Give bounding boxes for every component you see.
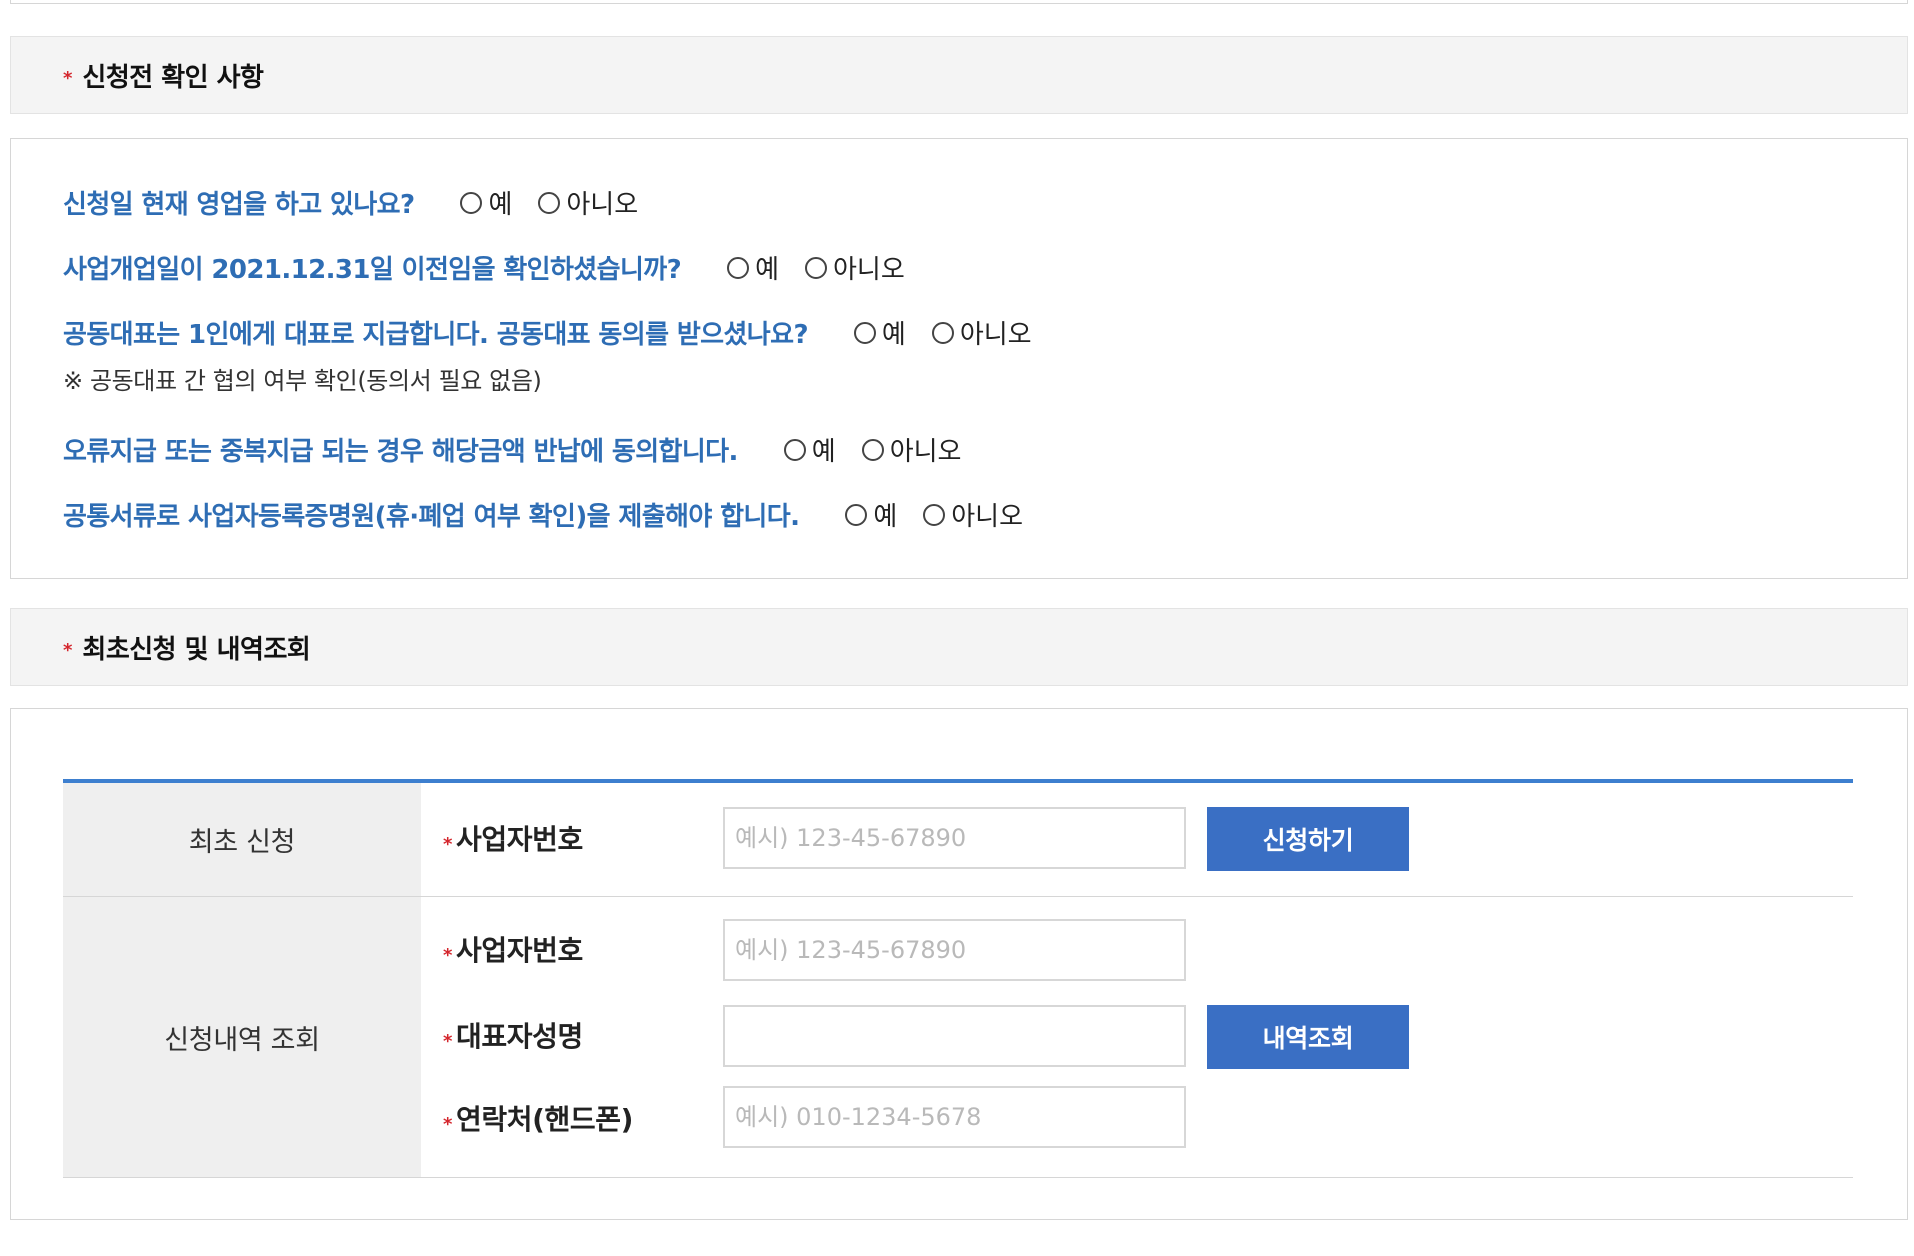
top-panel-edge xyxy=(10,0,1908,4)
no-label: 아니오 xyxy=(566,190,639,220)
yes-label: 예 xyxy=(881,320,906,350)
question-5: 공통서류로 사업자등록증명원(휴·폐업 여부 확인)을 제출해야 합니다. 예 … xyxy=(63,496,1049,533)
yes-radio[interactable]: 예 xyxy=(853,314,906,351)
yes-radio[interactable]: 예 xyxy=(845,496,897,533)
radio-circle-icon xyxy=(727,256,750,279)
question-text: 사업개업일이 2021.12.31일 이전임을 확인하셨습니까? xyxy=(63,255,682,285)
first-apply-body: * 사업자번호 신청하기 xyxy=(421,783,1853,896)
phone-label-text: 연락처(핸드폰) xyxy=(456,1103,633,1136)
question-text: 오류지급 또는 중복지급 되는 경우 해당금액 반납에 동의합니다. xyxy=(63,437,738,467)
radio-circle-icon xyxy=(845,503,868,526)
no-label: 아니오 xyxy=(959,320,1032,350)
radio-circle-icon xyxy=(783,438,806,461)
yes-radio[interactable]: 예 xyxy=(460,184,512,221)
yes-radio[interactable]: 예 xyxy=(727,249,779,286)
question-4-radio-group: 예 아니오 xyxy=(783,431,988,468)
history-row: 신청내역 조회 * 사업자번호 * 대표자성명 내역조회 * 연락처(핸드폰) xyxy=(63,897,1853,1178)
yes-label: 예 xyxy=(873,502,898,532)
radio-circle-icon xyxy=(805,256,828,279)
rep-name-input[interactable] xyxy=(723,1005,1186,1067)
precheck-panel: 신청일 현재 영업을 하고 있나요? 예 아니오 사업개업일이 2021.12.… xyxy=(10,138,1908,579)
phone-label: * 연락처(핸드폰) xyxy=(443,1098,633,1138)
apply-panel: 최초 신청 * 사업자번호 신청하기 신청내역 조회 * 사업자번호 * xyxy=(10,708,1908,1220)
radio-circle-icon xyxy=(853,321,876,344)
rep-name-label: * 대표자성명 xyxy=(443,1015,583,1055)
radio-circle-icon xyxy=(931,321,954,344)
question-text: 공통서류로 사업자등록증명원(휴·폐업 여부 확인)을 제출해야 합니다. xyxy=(63,502,800,532)
history-biz-number-input[interactable] xyxy=(723,919,1186,981)
no-radio[interactable]: 아니오 xyxy=(931,314,1032,351)
required-mark: * xyxy=(443,944,453,966)
phone-input[interactable] xyxy=(723,1086,1186,1148)
apply-button[interactable]: 신청하기 xyxy=(1207,807,1409,871)
no-radio[interactable]: 아니오 xyxy=(538,184,638,221)
question-2-radio-group: 예 아니오 xyxy=(727,249,931,286)
no-label: 아니오 xyxy=(889,437,962,467)
no-label: 아니오 xyxy=(951,502,1024,532)
biz-number-input[interactable] xyxy=(723,807,1186,869)
required-mark: * xyxy=(443,1113,453,1135)
no-radio[interactable]: 아니오 xyxy=(923,496,1023,533)
no-label: 아니오 xyxy=(833,255,905,285)
apply-title: 최초신청 및 내역조회 xyxy=(82,634,311,665)
radio-circle-icon xyxy=(538,191,561,214)
apply-section-header: * 최초신청 및 내역조회 xyxy=(10,608,1908,686)
biz-number-label: * 사업자번호 xyxy=(443,818,583,858)
precheck-section-header: * 신청전 확인 사항 xyxy=(10,36,1908,114)
question-4: 오류지급 또는 중복지급 되는 경우 해당금액 반납에 동의합니다. 예 아니오 xyxy=(63,431,987,468)
history-search-button[interactable]: 내역조회 xyxy=(1207,1005,1409,1069)
required-mark: * xyxy=(63,67,73,89)
yes-label: 예 xyxy=(488,190,513,220)
yes-radio[interactable]: 예 xyxy=(783,431,836,468)
required-mark: * xyxy=(443,833,453,855)
question-3-radio-group: 예 아니오 xyxy=(853,314,1058,351)
first-apply-row: 최초 신청 * 사업자번호 신청하기 xyxy=(63,783,1853,897)
yes-label: 예 xyxy=(755,255,780,285)
radio-circle-icon xyxy=(861,438,884,461)
apply-table: 최초 신청 * 사업자번호 신청하기 신청내역 조회 * 사업자번호 * xyxy=(63,779,1853,1178)
required-mark: * xyxy=(63,639,73,661)
history-biz-number-label-text: 사업자번호 xyxy=(456,934,583,967)
history-body: * 사업자번호 * 대표자성명 내역조회 * 연락처(핸드폰) xyxy=(421,897,1853,1177)
question-5-radio-group: 예 아니오 xyxy=(845,496,1049,533)
question-text: 공동대표는 1인에게 대표로 지급합니다. 공동대표 동의를 받으셨나요? xyxy=(63,320,809,350)
question-2: 사업개업일이 2021.12.31일 이전임을 확인하셨습니까? 예 아니오 xyxy=(63,249,931,286)
question-text: 신청일 현재 영업을 하고 있나요? xyxy=(63,190,415,220)
question-1-radio-group: 예 아니오 xyxy=(460,184,664,221)
precheck-title: 신청전 확인 사항 xyxy=(82,62,264,93)
first-apply-head: 최초 신청 xyxy=(63,783,421,896)
history-biz-number-label: * 사업자번호 xyxy=(443,929,583,969)
biz-number-label-text: 사업자번호 xyxy=(456,823,583,856)
question-3: 공동대표는 1인에게 대표로 지급합니다. 공동대표 동의를 받으셨나요? 예 … xyxy=(63,314,1058,351)
no-radio[interactable]: 아니오 xyxy=(861,431,962,468)
yes-label: 예 xyxy=(811,437,836,467)
question-1: 신청일 현재 영업을 하고 있나요? 예 아니오 xyxy=(63,184,664,221)
radio-circle-icon xyxy=(460,191,483,214)
no-radio[interactable]: 아니오 xyxy=(805,249,905,286)
joint-rep-note: ※ 공동대표 간 협의 여부 확인(동의서 필요 없음) xyxy=(63,367,542,395)
rep-name-label-text: 대표자성명 xyxy=(456,1020,583,1053)
history-head: 신청내역 조회 xyxy=(63,897,421,1177)
required-mark: * xyxy=(443,1030,453,1052)
radio-circle-icon xyxy=(923,503,946,526)
